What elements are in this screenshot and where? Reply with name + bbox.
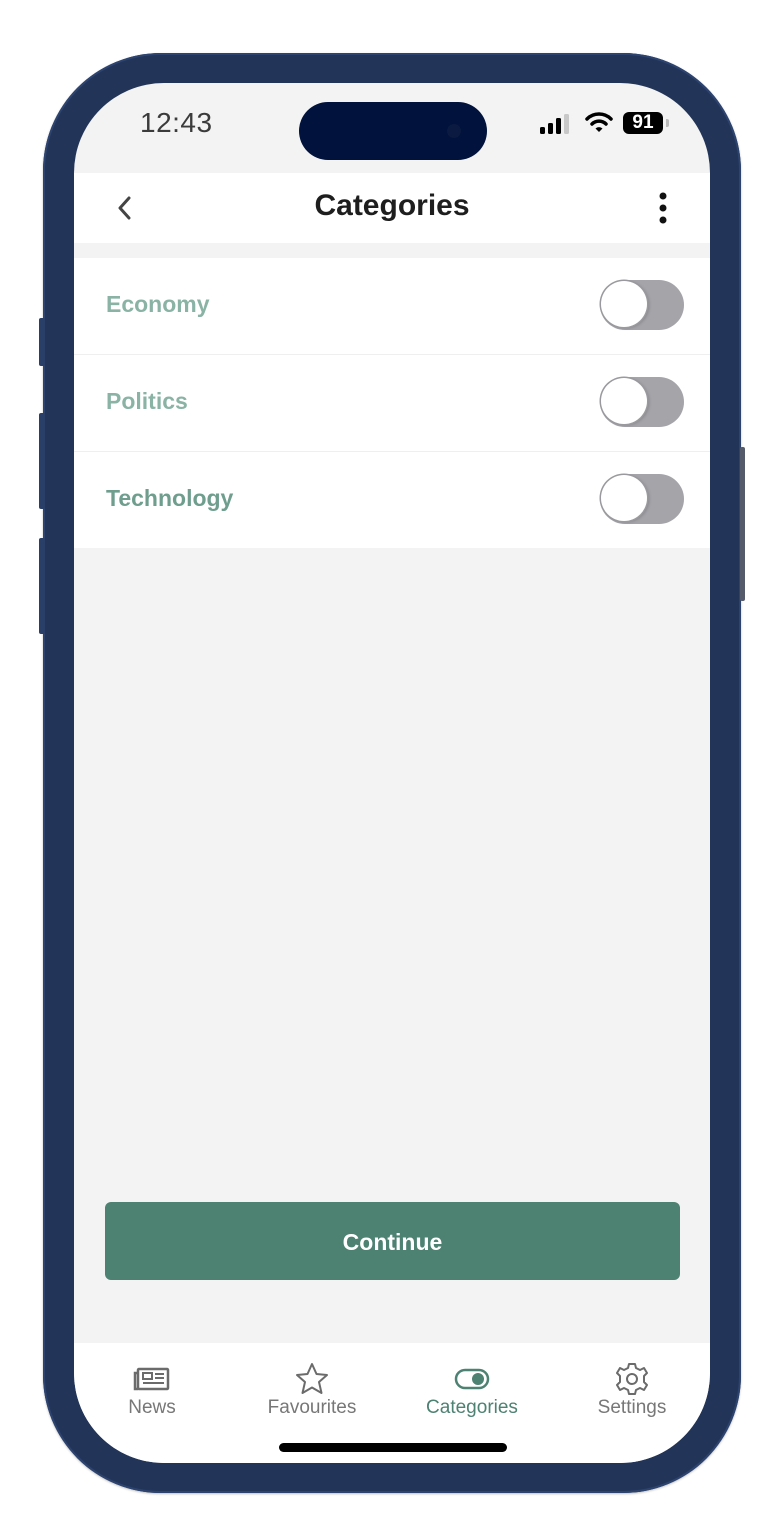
category-list: Economy Politics Technology — [74, 258, 710, 548]
category-item-technology: Technology — [74, 452, 710, 548]
dynamic-island — [299, 102, 487, 160]
tab-favourites[interactable]: Favourites — [242, 1361, 382, 1431]
tab-label: Favourites — [267, 1397, 357, 1418]
toggle-icon — [454, 1368, 490, 1390]
status-time: 12:43 — [140, 107, 213, 138]
tab-label: Categories — [426, 1397, 518, 1418]
battery-indicator: 91 — [623, 112, 663, 134]
politics-toggle[interactable] — [600, 377, 684, 427]
battery-tip — [666, 119, 669, 127]
side-button-volume-down — [39, 538, 45, 634]
cellular-signal-icon — [540, 114, 569, 134]
tab-news[interactable]: News — [82, 1361, 222, 1431]
page-title: Categories — [314, 189, 470, 222]
status-bar: 12:43 91 — [74, 83, 710, 160]
toggle-knob — [601, 475, 647, 521]
category-item-politics: Politics — [74, 355, 710, 452]
side-button-power — [740, 447, 745, 601]
category-label: Technology — [106, 485, 234, 511]
wifi-icon — [585, 112, 613, 132]
tab-settings[interactable]: Settings — [562, 1361, 702, 1431]
star-icon — [296, 1363, 328, 1394]
home-indicator[interactable] — [279, 1443, 507, 1452]
tab-label: Settings — [597, 1397, 667, 1418]
camera-icon — [447, 124, 461, 138]
newspaper-icon — [133, 1367, 170, 1391]
toggle-knob — [601, 378, 647, 424]
category-label: Economy — [106, 291, 210, 317]
gear-icon — [616, 1363, 648, 1395]
side-button-volume-up — [39, 413, 45, 509]
tab-categories[interactable]: Categories — [402, 1361, 542, 1431]
continue-button[interactable]: Continue — [105, 1202, 680, 1280]
side-button-action — [39, 318, 45, 366]
technology-toggle[interactable] — [600, 474, 684, 524]
more-options-button[interactable] — [646, 189, 680, 227]
tab-label: News — [128, 1397, 176, 1418]
nav-header: Categories — [74, 173, 710, 243]
toggle-knob — [601, 281, 647, 327]
category-item-economy: Economy — [74, 258, 710, 355]
screen: 12:43 91 Categories Economy Politics Tec… — [74, 83, 710, 1463]
category-label: Politics — [106, 388, 188, 414]
economy-toggle[interactable] — [600, 280, 684, 330]
